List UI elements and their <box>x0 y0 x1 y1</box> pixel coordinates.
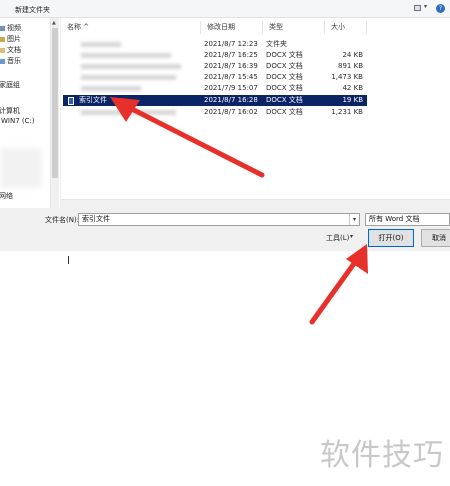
watermark: 软件技巧 <box>320 438 444 473</box>
arrow-to-open-button <box>309 244 368 325</box>
annotation-arrows <box>110 97 368 325</box>
arrow-to-file <box>110 97 265 178</box>
